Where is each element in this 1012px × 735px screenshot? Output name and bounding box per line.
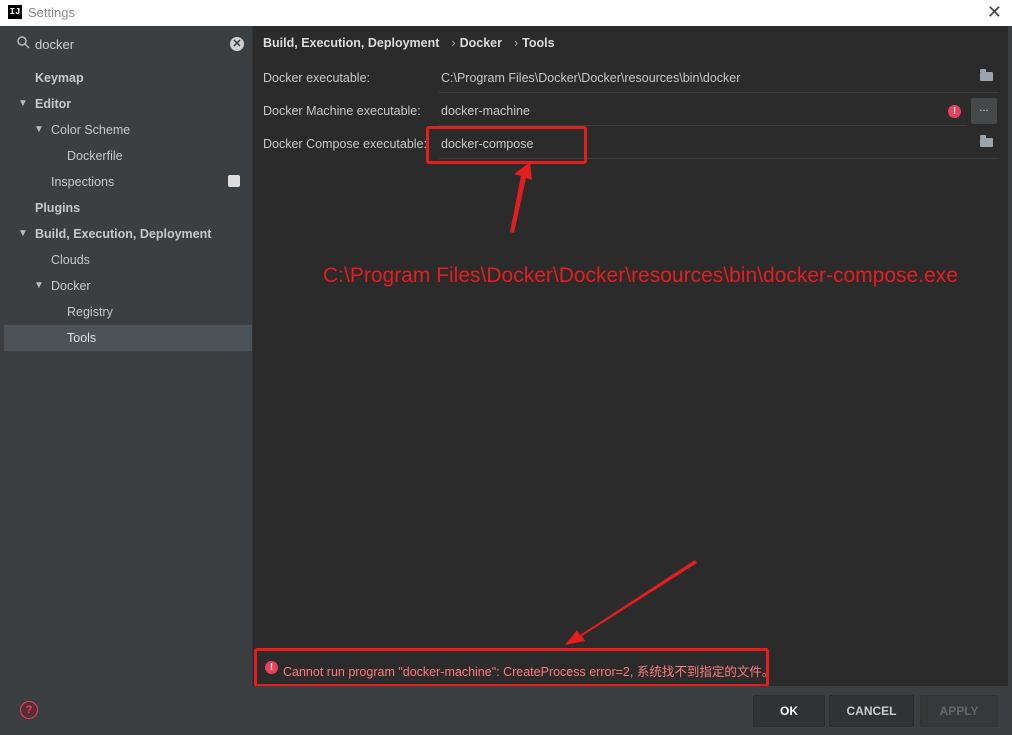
annotation-arrow-down: [565, 560, 697, 645]
button-bar: ? OK CANCEL APPLY: [0, 686, 1012, 735]
help-icon[interactable]: ?: [20, 701, 38, 719]
error-message: Cannot run program "docker-machine": Cre…: [283, 665, 775, 679]
right-edge: [1008, 26, 1012, 735]
cancel-button[interactable]: CANCEL: [829, 695, 914, 727]
apply-button[interactable]: APPLY: [920, 695, 998, 727]
annotation-arrow-up: [510, 162, 532, 233]
annotation-arrows: [510, 162, 697, 645]
settings-window: IJ Settings ✕ docker ✕ Keymap ▼ Editor ▼…: [0, 0, 1012, 735]
annotation-text: C:\Program Files\Docker\Docker\resources…: [323, 264, 958, 287]
error-icon: !: [265, 661, 278, 674]
ok-button[interactable]: OK: [753, 695, 825, 727]
